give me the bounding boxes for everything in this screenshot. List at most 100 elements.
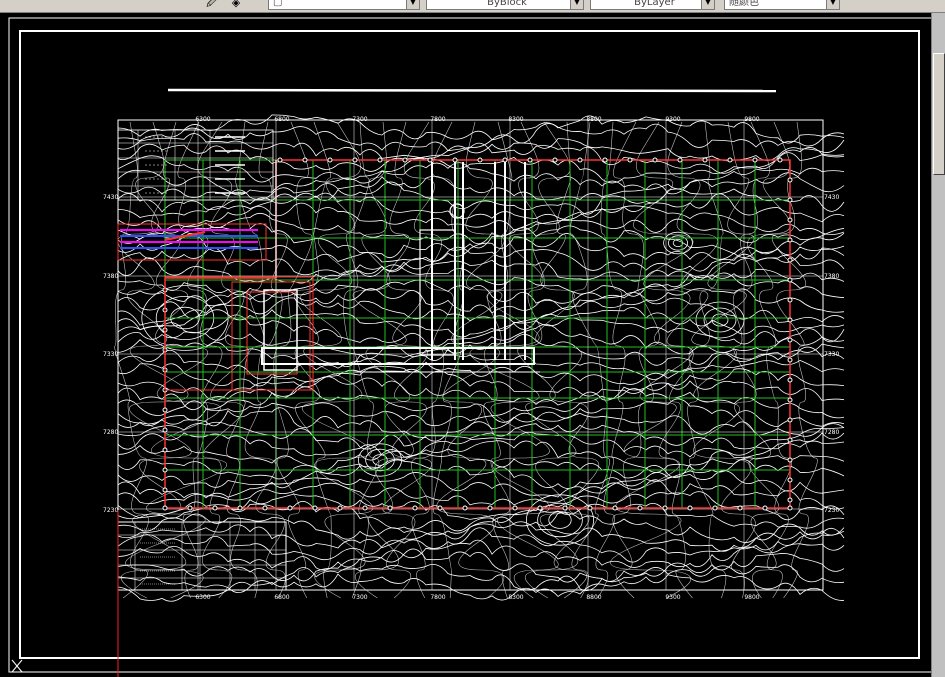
tank-circle (449, 203, 465, 219)
red-outline (246, 291, 298, 375)
boundary-point (737, 505, 743, 511)
bottom-axis-label: 7300 (352, 594, 367, 601)
vertical-scrollbar[interactable] (931, 13, 945, 677)
boundary-point (787, 497, 793, 503)
boundary-point (412, 505, 418, 511)
inner-frame (19, 30, 920, 659)
boundary-point (787, 197, 793, 203)
contour-line (117, 264, 845, 297)
boundary-point (527, 157, 533, 163)
contour-line (612, 121, 660, 599)
boundary-point (787, 337, 793, 343)
site-boundary (162, 157, 793, 511)
boundary-point (337, 505, 343, 511)
contour-line (117, 511, 845, 543)
contour-line (117, 367, 845, 401)
boundary-point (787, 397, 793, 403)
boundary-point (402, 157, 408, 163)
boundary-point (727, 157, 733, 163)
top-axis-label: 6800 (274, 116, 289, 123)
right-axis-label: 7280 (824, 429, 839, 436)
boundary-point (687, 505, 693, 511)
top-axis-label: 7300 (352, 116, 367, 123)
boundary-point (387, 505, 393, 511)
bottom-axis-label: 6300 (195, 594, 210, 601)
contour-line (117, 459, 845, 489)
boundary-point (302, 157, 308, 163)
right-axis-label: 7230 (824, 507, 839, 514)
scrollbar-thumb[interactable] (933, 53, 945, 175)
bottom-axis-label: 8300 (508, 594, 523, 601)
boundary-point (187, 505, 193, 511)
contour-line (517, 121, 579, 599)
contour-line (117, 181, 845, 215)
boundary-point (787, 217, 793, 223)
green-grid (164, 159, 791, 509)
boundary-point (787, 177, 793, 183)
boundary-point (777, 157, 783, 163)
right-axis-label: 7380 (824, 273, 839, 280)
boundary-point (162, 467, 168, 473)
boundary-point (787, 317, 793, 323)
boundary-point (762, 505, 768, 511)
boundary-point (562, 505, 568, 511)
boundary-point (502, 157, 508, 163)
boundary-point (487, 505, 493, 511)
contour-lines (114, 114, 845, 602)
boundary-point (352, 157, 358, 163)
cad-drawing[interactable]: 6300 6800 7300 7800 8300 8800 9300 9800 6300 6800… (0, 0, 945, 677)
boundary-point (787, 257, 793, 263)
contour-line (125, 121, 227, 599)
boundary-point (787, 277, 793, 283)
boundary-point (787, 357, 793, 363)
boundary-point (587, 505, 593, 511)
boundary-point (452, 157, 458, 163)
contour-line (117, 114, 845, 144)
boundary-point (537, 505, 543, 511)
boundary-point (787, 297, 793, 303)
contour-line (342, 121, 380, 599)
contour-line (732, 121, 780, 599)
boundary-point (437, 505, 443, 511)
top-axis-label: 9800 (744, 116, 759, 123)
boundary-point (477, 157, 483, 163)
title-line (167, 88, 777, 93)
bottom-axis-label: 9800 (744, 594, 759, 601)
contour-line (403, 121, 454, 599)
boundary-point (237, 505, 243, 511)
boundary-polygon (164, 159, 791, 509)
boundary-point (787, 237, 793, 243)
boundary-point (787, 477, 793, 483)
contour-line (117, 192, 845, 223)
boundary-point (637, 505, 643, 511)
contour-line (300, 121, 374, 599)
boundary-point (787, 377, 793, 383)
contour-line (117, 470, 845, 499)
boundary-point (162, 427, 168, 433)
boundary-point (662, 505, 668, 511)
top-axis-label: 6300 (195, 116, 210, 123)
boundary-point (702, 157, 708, 163)
boundary-point (677, 157, 683, 163)
bottom-axis-label: 8800 (586, 594, 601, 601)
contour-line (117, 440, 845, 473)
boundary-point (162, 487, 168, 493)
boundary-point (652, 157, 658, 163)
boundary-point (512, 505, 518, 511)
boundary-point (602, 157, 608, 163)
top-axis-label: 8300 (508, 116, 523, 123)
boundary-point (787, 505, 793, 511)
boundary-point (787, 457, 793, 463)
bottom-axis-label: 7800 (430, 594, 445, 601)
top-axis-label: 9300 (665, 116, 680, 123)
boundary-point (327, 157, 333, 163)
boundary-point (162, 505, 168, 511)
contour-line (244, 121, 288, 599)
left-axis-label: 7330 (103, 351, 118, 358)
boundary-point (427, 157, 433, 163)
contour-ring (695, 301, 745, 339)
boundary-point (787, 437, 793, 443)
contour-line (117, 223, 845, 259)
boundary-point (212, 505, 218, 511)
bottom-axis-label: 6800 (274, 594, 289, 601)
